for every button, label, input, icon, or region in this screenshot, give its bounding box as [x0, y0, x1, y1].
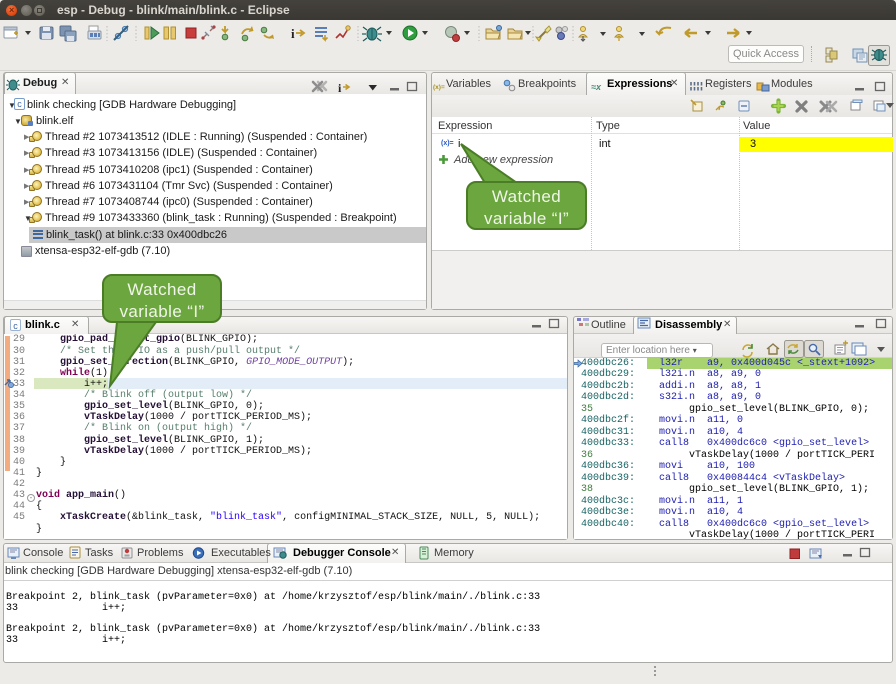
svg-text:i: i — [338, 81, 342, 95]
svg-text:≈x: ≈x — [591, 82, 602, 92]
svg-text:(x)=: (x)= — [433, 84, 445, 91]
